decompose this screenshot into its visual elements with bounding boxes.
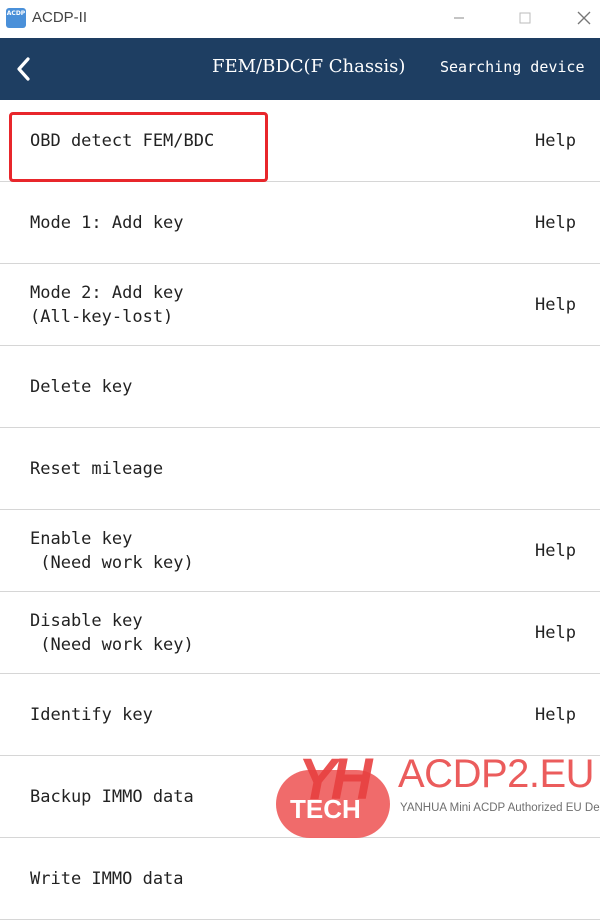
menu-item-label: Mode 1: Add key bbox=[30, 212, 184, 233]
menu-item-mode1-add-key[interactable]: Mode 1: Add key Help bbox=[0, 182, 600, 264]
help-link[interactable]: Help bbox=[535, 510, 576, 591]
back-button[interactable] bbox=[12, 53, 36, 85]
app-header: FEM/BDC(F Chassis) Searching device bbox=[0, 38, 600, 100]
menu-item-label: Delete key bbox=[30, 376, 133, 397]
menu-item-write-immo[interactable]: Write IMMO data bbox=[0, 838, 600, 920]
chevron-left-icon bbox=[17, 57, 30, 81]
page-title: FEM/BDC(F Chassis) bbox=[212, 56, 406, 77]
menu-item-label: Mode 2: Add key (All-key-lost) bbox=[30, 282, 184, 327]
help-link[interactable]: Help bbox=[535, 182, 576, 263]
window-titlebar: ACDP ACDP-II bbox=[0, 0, 600, 38]
help-link[interactable]: Help bbox=[535, 264, 576, 345]
help-link[interactable]: Help bbox=[535, 674, 576, 755]
minimize-icon[interactable] bbox=[444, 6, 474, 30]
help-link[interactable]: Help bbox=[535, 592, 576, 673]
maximize-icon[interactable] bbox=[510, 6, 540, 30]
help-link[interactable]: Help bbox=[535, 100, 576, 181]
menu-item-backup-immo[interactable]: Backup IMMO data bbox=[0, 756, 600, 838]
menu-item-enable-key[interactable]: Enable key (Need work key) Help bbox=[0, 510, 600, 592]
menu-item-label: Reset mileage bbox=[30, 458, 164, 479]
function-menu: OBD detect FEM/BDC Help Mode 1: Add key … bbox=[0, 100, 600, 920]
app-icon-text: ACDP bbox=[6, 10, 26, 17]
menu-item-disable-key[interactable]: Disable key (Need work key) Help bbox=[0, 592, 600, 674]
menu-item-label: Enable key (Need work key) bbox=[30, 528, 194, 573]
app-icon: ACDP bbox=[6, 8, 26, 28]
menu-item-label: Disable key (Need work key) bbox=[30, 610, 194, 655]
menu-item-obd-detect[interactable]: OBD detect FEM/BDC Help bbox=[0, 100, 600, 182]
menu-item-label: Identify key bbox=[30, 704, 153, 725]
menu-item-delete-key[interactable]: Delete key bbox=[0, 346, 600, 428]
menu-item-reset-mileage[interactable]: Reset mileage bbox=[0, 428, 600, 510]
device-status: Searching device bbox=[440, 58, 585, 76]
menu-item-label: OBD detect FEM/BDC bbox=[30, 130, 215, 151]
window-title: ACDP-II bbox=[32, 9, 88, 26]
menu-item-mode2-add-key[interactable]: Mode 2: Add key (All-key-lost) Help bbox=[0, 264, 600, 346]
menu-item-label: Backup IMMO data bbox=[30, 786, 194, 807]
close-icon[interactable] bbox=[569, 6, 599, 30]
menu-item-label: Write IMMO data bbox=[30, 868, 184, 889]
menu-item-identify-key[interactable]: Identify key Help bbox=[0, 674, 600, 756]
